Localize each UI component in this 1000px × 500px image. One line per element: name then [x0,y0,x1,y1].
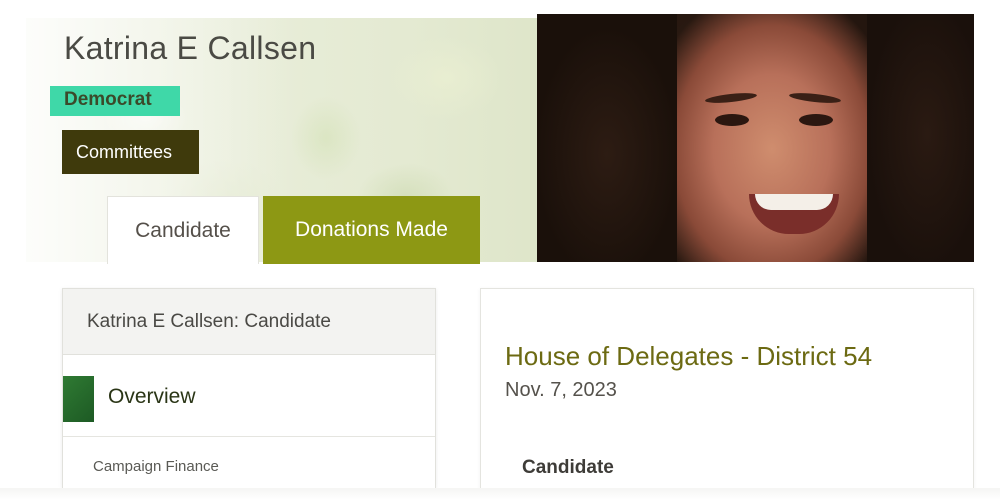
race-date: Nov. 7, 2023 [505,379,617,401]
sidebar-item-overview[interactable]: Overview [63,355,435,437]
portrait-teeth [755,194,833,210]
sidebar-item-campaign-finance[interactable]: Campaign Finance [63,437,435,475]
portrait-brow [704,91,758,105]
tab-candidate[interactable]: Candidate [107,196,259,264]
portrait-hair-left [537,14,677,262]
overview-marker-icon [63,376,94,422]
portrait-eye [715,114,749,126]
sidebar-heading: Katrina E Callsen: Candidate [63,289,435,355]
party-badge: Democrat [50,86,180,116]
portrait-eye [799,114,833,126]
tab-donations-made[interactable]: Donations Made [263,196,480,264]
candidate-name: Katrina E Callsen [64,30,317,66]
sidebar-item-label: Overview [108,385,196,408]
sidebar-card: Katrina E Callsen: Candidate Overview Ca… [62,288,436,488]
portrait-hair-right [867,14,974,262]
candidate-portrait [537,14,974,262]
race-card: House of Delegates - District 54 Nov. 7,… [480,288,974,488]
portrait-smile [749,194,839,234]
race-title: House of Delegates - District 54 [505,341,873,371]
portrait-brow [788,91,842,105]
committees-button[interactable]: Committees [62,130,199,174]
page-bottom-fade [0,488,1000,500]
section-heading: Candidate [522,457,614,478]
